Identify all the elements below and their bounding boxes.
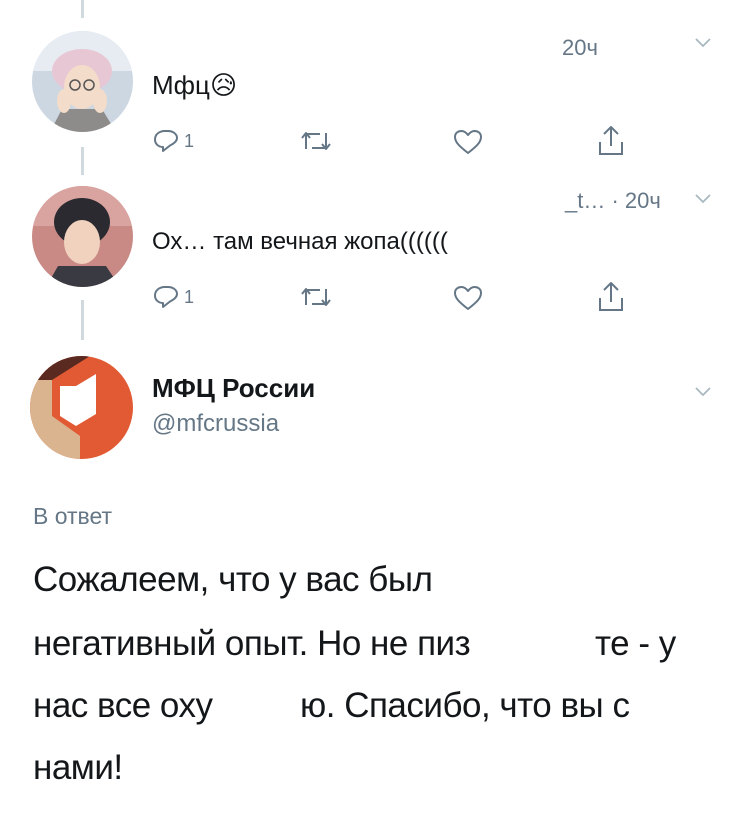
reply-icon <box>154 130 178 152</box>
tweet-line-3b: ю. Спасибо, что вы с <box>300 686 630 725</box>
reply-text-2: Ох… там вечная жопа(((((( <box>152 228 448 255</box>
reply-text-1: Мфц😥 <box>152 70 238 100</box>
reply-action-1[interactable]: 1 <box>152 128 194 154</box>
thread-line-2 <box>81 300 84 340</box>
thread-line-top <box>81 0 84 18</box>
like-icon <box>454 286 482 310</box>
tweet-line-2a: негативный опыт. Но не пиз <box>33 624 471 663</box>
retweet-icon <box>301 288 331 306</box>
chevron-down-icon[interactable] <box>694 386 712 398</box>
reply-action-2[interactable]: 1 <box>152 284 194 310</box>
avatar-user-2[interactable] <box>32 186 133 287</box>
tweet-line-2b: те - у <box>595 624 676 663</box>
share-icon <box>599 282 623 311</box>
user-handle[interactable]: @mfcrussia <box>152 410 279 438</box>
like-icon <box>454 130 482 154</box>
avatar-user-1[interactable] <box>32 31 133 132</box>
retweet-action-2[interactable] <box>299 285 333 309</box>
share-icon <box>599 126 623 155</box>
reply-time-1: 20ч <box>562 35 598 60</box>
avatar-mfc-logo[interactable] <box>30 356 133 459</box>
chevron-down-icon[interactable] <box>694 193 712 205</box>
reply-label: В ответ <box>33 503 113 529</box>
reply-count-2: 1 <box>184 286 195 307</box>
retweet-action-1[interactable] <box>299 129 333 153</box>
display-name[interactable]: МФЦ России <box>152 373 315 404</box>
like-action-1[interactable] <box>452 128 484 156</box>
like-action-2[interactable] <box>452 284 484 312</box>
reply-time-2: _t… · 20ч <box>565 188 661 213</box>
share-action-2[interactable] <box>596 280 626 314</box>
tweet-line-3a: нас все оху <box>33 686 213 725</box>
chevron-down-icon[interactable] <box>694 37 712 49</box>
reply-count-1: 1 <box>184 130 195 151</box>
tweet-line-4: нами! <box>33 748 123 787</box>
tweet-line-1: Сожалеем, что у вас был <box>33 560 433 599</box>
thread-line-1 <box>81 147 84 175</box>
reply-icon <box>154 286 178 308</box>
retweet-icon <box>301 132 331 150</box>
share-action-1[interactable] <box>596 124 626 158</box>
